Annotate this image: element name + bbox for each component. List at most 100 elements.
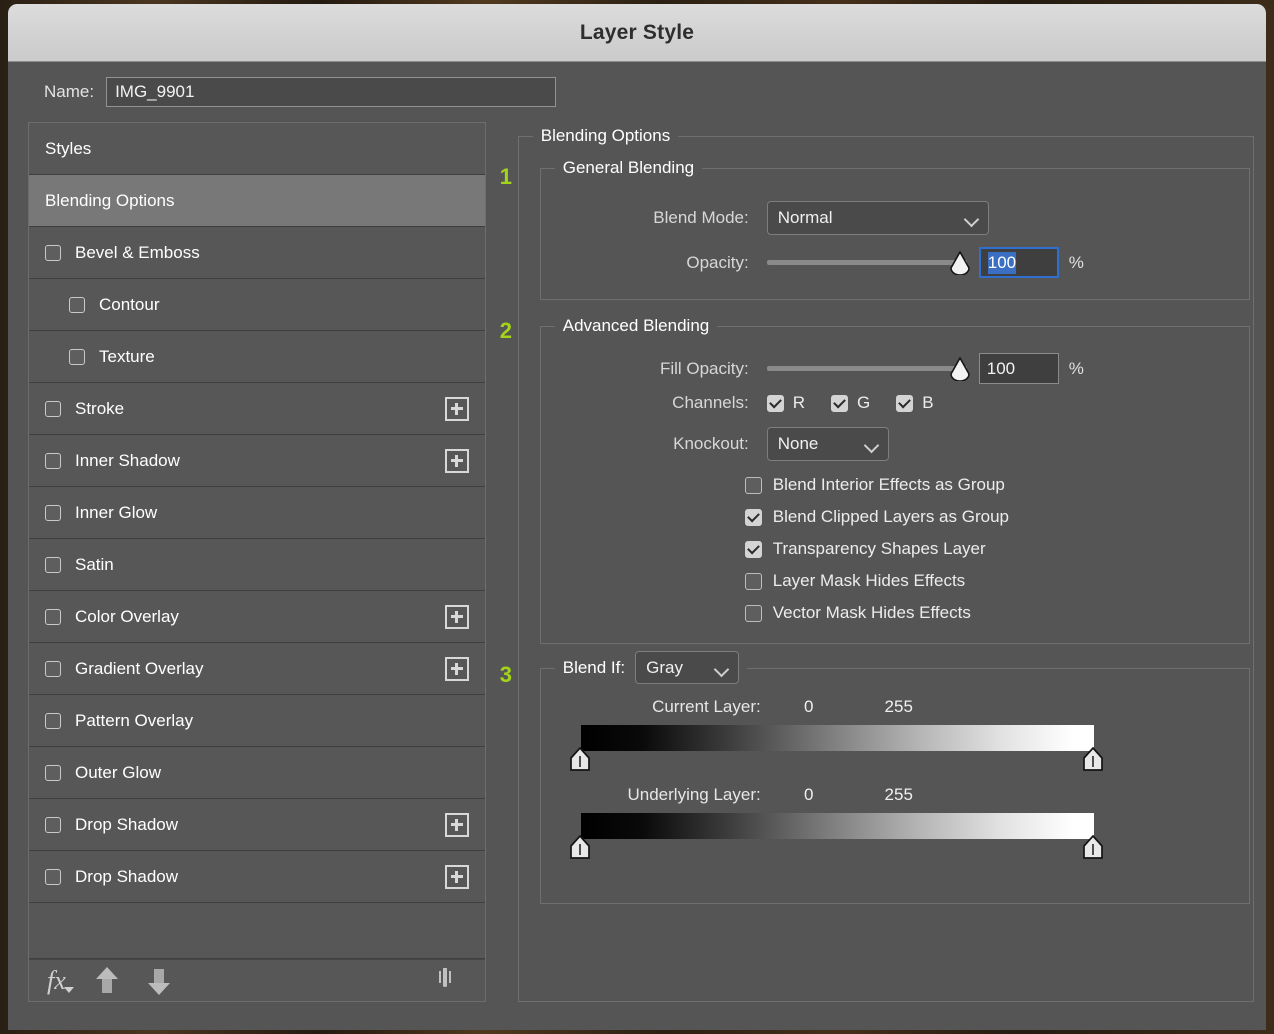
arrow-up-icon[interactable] xyxy=(95,966,118,995)
current-layer-slider[interactable] xyxy=(569,725,1231,771)
style-row-satin[interactable]: Satin xyxy=(29,539,485,591)
advanced-option-row[interactable]: Vector Mask Hides Effects xyxy=(744,597,1009,629)
style-checkbox[interactable] xyxy=(45,608,61,625)
advanced-option-label: Vector Mask Hides Effects xyxy=(772,603,971,622)
dialog-title: Layer Style xyxy=(579,20,695,44)
current-layer-white-stop[interactable] xyxy=(1082,746,1104,772)
advanced-blending-legend: Advanced Blending xyxy=(554,316,718,336)
style-row-blending-options[interactable]: Blending Options xyxy=(29,175,485,227)
arrow-down-icon[interactable] xyxy=(147,967,170,995)
blend-if-fieldset: Blend If: Gray Current Layer: 0 255 Unde… xyxy=(539,651,1250,904)
add-effect-plus-icon[interactable] xyxy=(444,864,469,889)
style-checkbox[interactable] xyxy=(45,452,61,469)
fill-opacity-slider-handle[interactable] xyxy=(949,357,971,381)
style-row-contour[interactable]: Contour xyxy=(29,279,485,331)
add-effect-plus-icon[interactable] xyxy=(444,604,469,629)
channels-group: RGB xyxy=(766,393,960,413)
dialog-body: Styles Blending Options Bevel & Emboss Cont… xyxy=(8,122,1266,1002)
style-checkbox[interactable] xyxy=(45,556,61,573)
chevron-down-icon xyxy=(866,438,878,450)
style-row-outer-glow[interactable]: Outer Glow xyxy=(29,747,485,799)
advanced-option-checkbox-vector-mask-hides-effects[interactable] xyxy=(744,604,762,622)
add-effect-plus-icon[interactable] xyxy=(444,812,469,837)
style-row-bevel-emboss[interactable]: Bevel & Emboss xyxy=(29,227,485,279)
styles-panel: Styles Blending Options Bevel & Emboss Cont… xyxy=(28,122,486,1002)
underlying-layer-slider[interactable] xyxy=(569,813,1231,859)
knockout-label: Knockout: xyxy=(673,434,749,453)
style-checkbox[interactable] xyxy=(45,868,61,885)
channel-checkbox-r[interactable] xyxy=(766,394,784,412)
current-layer-white-value: 255 xyxy=(884,697,913,716)
knockout-select[interactable]: None xyxy=(766,427,889,461)
style-row-inner-shadow[interactable]: Inner Shadow xyxy=(29,435,485,487)
underlying-layer-white-stop[interactable] xyxy=(1082,834,1104,860)
style-checkbox[interactable] xyxy=(45,660,61,677)
opacity-slider-handle[interactable] xyxy=(949,251,971,275)
opacity-input[interactable]: 100 xyxy=(978,247,1059,278)
style-checkbox[interactable] xyxy=(45,400,61,417)
channel-checkbox-b[interactable] xyxy=(896,394,914,412)
style-checkbox[interactable] xyxy=(45,816,61,833)
layer-name-input[interactable]: IMG_9901 xyxy=(106,77,557,107)
blend-mode-select[interactable]: Normal xyxy=(766,201,989,235)
style-row-inner-glow[interactable]: Inner Glow xyxy=(29,487,485,539)
add-effect-plus-icon[interactable] xyxy=(444,656,469,681)
current-layer-gradient-bar xyxy=(580,725,1094,751)
style-row-label: Drop Shadow xyxy=(75,815,179,834)
style-checkbox[interactable] xyxy=(45,712,61,729)
style-row-pattern-overlay[interactable]: Pattern Overlay xyxy=(29,695,485,747)
layer-name-label: Name: xyxy=(44,82,95,101)
layer-style-dialog: Layer Style Name: IMG_9901 Styles Blendin… xyxy=(8,4,1266,1030)
style-row-label: Texture xyxy=(99,347,155,366)
fill-opacity-input[interactable]: 100 xyxy=(978,353,1059,384)
underlying-layer-label: Underlying Layer: xyxy=(627,785,761,804)
style-row-drop-shadow[interactable]: Drop Shadow xyxy=(29,851,485,903)
advanced-option-row[interactable]: Layer Mask Hides Effects xyxy=(744,565,1009,597)
fill-opacity-slider[interactable] xyxy=(766,357,970,381)
fill-opacity-value: 100 xyxy=(986,358,1016,378)
general-blending-legend: General Blending xyxy=(554,158,703,178)
style-row-label: Blending Options xyxy=(45,191,175,210)
style-row-texture[interactable]: Texture xyxy=(29,331,485,383)
channel-label: R xyxy=(792,393,806,412)
advanced-option-checkbox-blend-clipped-layers-as-group[interactable] xyxy=(744,508,762,526)
style-row-gradient-overlay[interactable]: Gradient Overlay xyxy=(29,643,485,695)
blending-options-panel: Blending Options 1 2 3 General Blending … xyxy=(499,122,1254,1002)
trash-icon[interactable] xyxy=(442,967,465,994)
opacity-slider[interactable] xyxy=(766,251,970,275)
advanced-option-checkbox-blend-interior-effects-as-group[interactable] xyxy=(744,476,762,494)
underlying-layer-black-stop[interactable] xyxy=(569,834,591,860)
style-row-color-overlay[interactable]: Color Overlay xyxy=(29,591,485,643)
advanced-option-checkbox-transparency-shapes-layer[interactable] xyxy=(744,540,762,558)
annotation-marker-1: 1 xyxy=(499,164,512,189)
advanced-option-row[interactable]: Blend Clipped Layers as Group xyxy=(744,501,1009,533)
style-checkbox[interactable] xyxy=(69,296,85,313)
advanced-option-row[interactable]: Blend Interior Effects as Group xyxy=(744,469,1009,501)
style-checkbox[interactable] xyxy=(69,348,85,365)
current-layer-black-stop[interactable] xyxy=(569,746,591,772)
style-row-styles[interactable]: Styles xyxy=(29,123,485,175)
blend-if-channel-select[interactable]: Gray xyxy=(635,651,740,684)
styles-toolbar: fx xyxy=(29,959,485,1001)
style-checkbox[interactable] xyxy=(45,244,61,261)
style-checkbox[interactable] xyxy=(45,504,61,521)
styles-list: Styles Blending Options Bevel & Emboss Cont… xyxy=(29,123,485,959)
fx-icon[interactable]: fx xyxy=(47,967,66,994)
add-effect-plus-icon[interactable] xyxy=(444,396,469,421)
style-row-label: Inner Shadow xyxy=(75,451,180,470)
advanced-option-checkbox-layer-mask-hides-effects[interactable] xyxy=(744,572,762,590)
advanced-option-row[interactable]: Transparency Shapes Layer xyxy=(744,533,1009,565)
add-effect-plus-icon[interactable] xyxy=(444,448,469,473)
style-checkbox[interactable] xyxy=(45,764,61,781)
current-layer-group: Current Layer: 0 255 xyxy=(561,697,1231,771)
opacity-label: Opacity: xyxy=(686,252,749,272)
style-row-drop-shadow[interactable]: Drop Shadow xyxy=(29,799,485,851)
blend-if-channel-value: Gray xyxy=(646,657,683,677)
blending-options-legend: Blending Options xyxy=(532,126,679,146)
knockout-value: None xyxy=(777,434,819,453)
style-row-label: Color Overlay xyxy=(75,607,179,626)
style-row-stroke[interactable]: Stroke xyxy=(29,383,485,435)
style-row-label: Stroke xyxy=(75,399,125,418)
channel-checkbox-g[interactable] xyxy=(831,394,849,412)
advanced-option-label: Blend Clipped Layers as Group xyxy=(772,507,1009,526)
